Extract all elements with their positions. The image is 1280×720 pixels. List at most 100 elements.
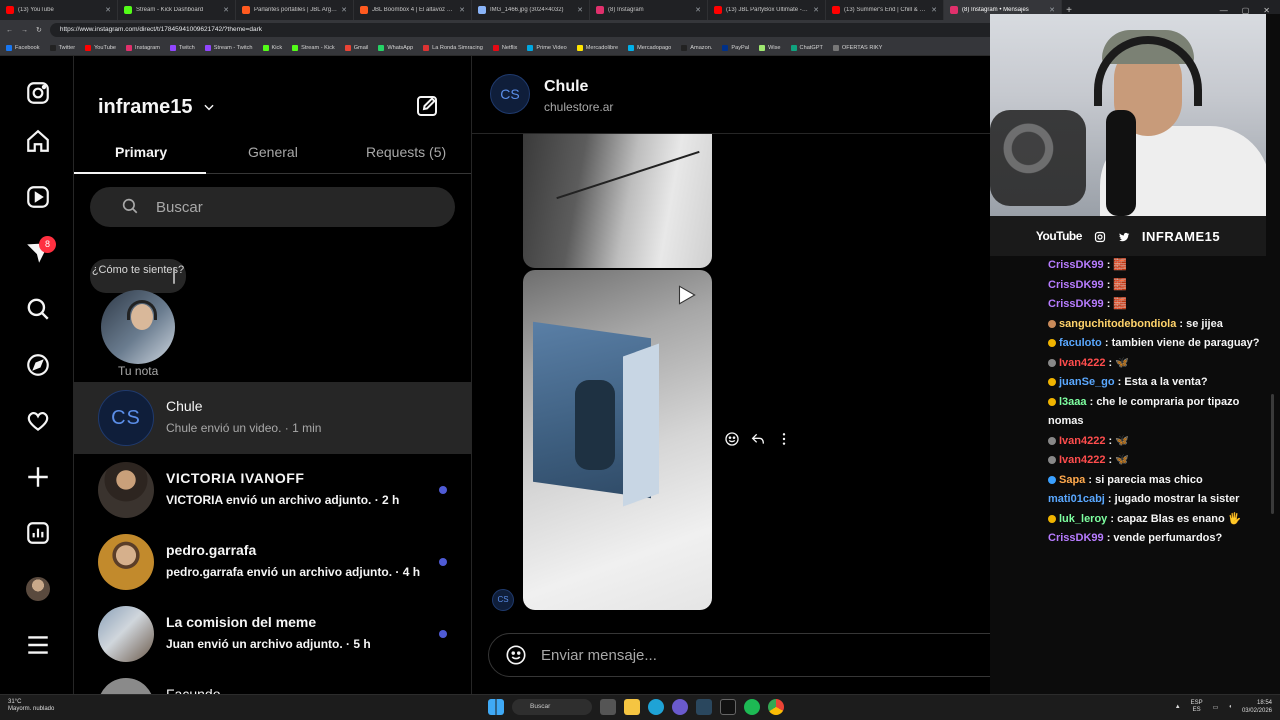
chat-username[interactable]: Sapa	[1059, 474, 1085, 486]
thread-name[interactable]: Chule	[544, 78, 588, 96]
tab-close-icon[interactable]: ✕	[931, 6, 937, 14]
reels-icon[interactable]	[25, 184, 51, 210]
explore-icon[interactable]	[25, 352, 51, 378]
tab-general[interactable]: General	[248, 144, 298, 160]
chat-username[interactable]: CrissDK99	[1048, 259, 1104, 271]
browser-tab[interactable]: (13) YouTube ✕	[0, 0, 118, 20]
video-message-1[interactable]	[523, 134, 712, 268]
chat-username[interactable]: CrissDK99	[1048, 279, 1104, 291]
bookmark-item[interactable]: Twitch	[169, 44, 195, 51]
bookmark-item[interactable]: Mercadolibre	[576, 44, 618, 51]
home-icon[interactable]	[25, 128, 51, 154]
chat-username[interactable]: Ivan4222	[1059, 357, 1105, 369]
chat-username[interactable]: sanguchitodebondiola	[1059, 318, 1176, 330]
search-box[interactable]	[90, 187, 455, 227]
tab-primary[interactable]: Primary	[115, 144, 167, 160]
bookmark-item[interactable]: Stream - Kick	[292, 44, 335, 51]
profile-avatar[interactable]	[26, 577, 50, 601]
task-view-icon[interactable]	[600, 699, 616, 715]
bookmark-item[interactable]: ChatGPT	[790, 44, 823, 51]
back-icon[interactable]: ←	[6, 27, 13, 34]
bookmark-item[interactable]: OFERTAS RIKY	[832, 44, 882, 51]
chevron-down-icon[interactable]	[202, 100, 216, 114]
thread-header[interactable]: CS Chule chulestore.ar	[472, 56, 990, 134]
conversation-meme-group[interactable]: La comision del meme Juan envió un archi…	[74, 598, 471, 670]
dashboard-icon[interactable]	[25, 520, 51, 546]
forward-icon[interactable]: →	[21, 27, 28, 34]
menu-icon[interactable]	[25, 632, 51, 658]
chat-username[interactable]: l3aaa	[1059, 396, 1087, 408]
chrome-icon[interactable]	[768, 699, 784, 715]
tab-close-icon[interactable]: ✕	[105, 6, 111, 14]
tab-requests[interactable]: Requests (5)	[366, 144, 446, 160]
thread-avatar[interactable]: CS	[490, 74, 530, 114]
tray-arrow-icon[interactable]: ▲	[1175, 704, 1181, 710]
tab-close-icon[interactable]: ✕	[341, 6, 347, 14]
bookmark-item[interactable]: Mercadopago	[628, 44, 671, 51]
volume-icon[interactable]: ◖	[1228, 704, 1232, 710]
note-avatar[interactable]	[101, 290, 175, 364]
chat-username[interactable]: juanSe_go	[1059, 376, 1115, 388]
browser-tab[interactable]: (13) Summer's End | Chill & Jazzh ✕	[826, 0, 944, 20]
create-icon[interactable]	[25, 464, 51, 490]
bookmark-item[interactable]: PayPal	[722, 44, 749, 51]
conversation-pedro[interactable]: pedro.garrafa pedro.garrafa envió un arc…	[74, 526, 471, 598]
conversation-facundo[interactable]: Facundo	[74, 670, 471, 694]
spotify-icon[interactable]	[744, 699, 760, 715]
more-options-icon[interactable]	[776, 431, 792, 447]
file-explorer-icon[interactable]	[624, 699, 640, 715]
conversation-chule[interactable]: CS Chule Chule envió un video. · 1 min	[74, 382, 471, 454]
tab-close-icon[interactable]: ✕	[1049, 6, 1055, 14]
bookmark-item[interactable]: Facebook	[6, 44, 40, 51]
bookmark-item[interactable]: Kick	[262, 44, 282, 51]
reload-icon[interactable]: ↻	[36, 26, 42, 34]
tab-close-icon[interactable]: ✕	[223, 6, 229, 14]
bookmark-item[interactable]: Wise	[759, 44, 781, 51]
tab-close-icon[interactable]: ✕	[695, 6, 701, 14]
bookmark-item[interactable]: WhatsApp	[378, 44, 413, 51]
instagram-logo-icon[interactable]	[25, 80, 51, 106]
play-icon[interactable]	[673, 282, 699, 308]
reply-icon[interactable]	[750, 431, 766, 447]
video-message-2[interactable]	[523, 270, 712, 610]
windows-start-icon[interactable]	[488, 699, 504, 715]
search-input[interactable]	[154, 187, 434, 227]
conversation-victoria[interactable]: VICTORIA IVANOFF VICTORIA envió un archi…	[74, 454, 471, 526]
chat-username[interactable]: Ivan4222	[1059, 454, 1105, 466]
language-indicator[interactable]: ESP ES	[1191, 700, 1203, 714]
tab-close-icon[interactable]: ✕	[577, 6, 583, 14]
tab-close-icon[interactable]: ✕	[813, 6, 819, 14]
browser-tab[interactable]: IMG_1466.jpg (3024×4032) ✕	[472, 0, 590, 20]
chat-username[interactable]: faculoto	[1059, 337, 1102, 349]
weather-widget[interactable]: 31°C Mayorm. nublado	[8, 699, 54, 713]
obs-icon[interactable]	[672, 699, 688, 715]
bookmark-item[interactable]: Stream - Twitch	[204, 44, 253, 51]
account-switcher[interactable]: inframe15	[98, 96, 193, 119]
chat-username[interactable]: CrissDK99	[1048, 298, 1104, 310]
bookmark-item[interactable]: Prime Video	[527, 44, 567, 51]
browser-tab[interactable]: Parlantes portátiles | JBL Argentina ✕	[236, 0, 354, 20]
heart-icon[interactable]	[25, 408, 51, 434]
bookmark-item[interactable]: Twitter	[49, 44, 75, 51]
bookmark-item[interactable]: Instagram	[126, 44, 160, 51]
taskbar-search[interactable]: Buscar	[512, 699, 592, 715]
chat-username[interactable]: Ivan4222	[1059, 435, 1105, 447]
note-options-icon[interactable]	[172, 266, 176, 286]
chat-scrollbar[interactable]	[1271, 394, 1274, 514]
react-emoji-icon[interactable]	[724, 431, 740, 447]
bookmark-item[interactable]: Amazon.	[681, 44, 712, 51]
url-field[interactable]: https://www.instagram.com/direct/t/17845…	[49, 23, 1030, 37]
steam-icon[interactable]	[696, 699, 712, 715]
edge-icon[interactable]	[648, 699, 664, 715]
bookmark-item[interactable]: Netflix	[492, 44, 517, 51]
browser-tab[interactable]: Stream - Kick Dashboard ✕	[118, 0, 236, 20]
clock[interactable]: 18:54 03/02/2026	[1242, 699, 1272, 715]
search-icon[interactable]	[25, 296, 51, 322]
chat-username[interactable]: mati01cabj	[1048, 493, 1105, 505]
tab-close-icon[interactable]: ✕	[459, 6, 465, 14]
network-icon[interactable]: ▭	[1213, 704, 1219, 711]
browser-tab[interactable]: (8) Instagram ✕	[590, 0, 708, 20]
emoji-icon[interactable]	[505, 644, 527, 666]
chat-username[interactable]: CrissDK99	[1048, 532, 1104, 544]
bookmark-item[interactable]: La Ronda Simracing	[423, 44, 483, 51]
